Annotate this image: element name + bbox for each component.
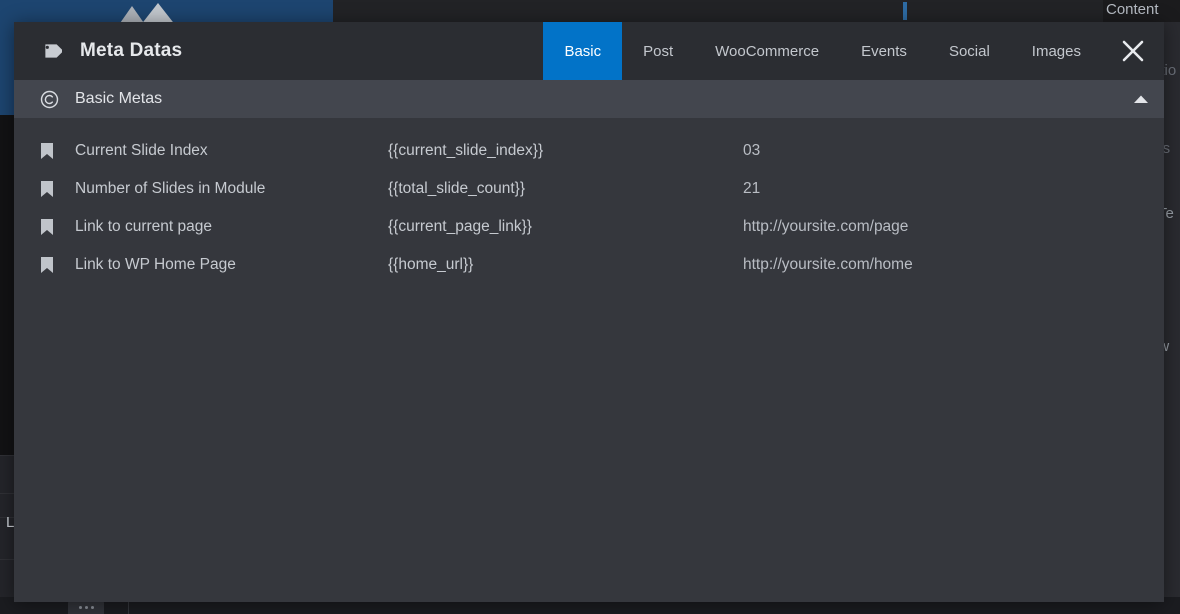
tab-basic[interactable]: Basic [543, 22, 623, 80]
bookmark-icon [41, 181, 53, 197]
dot-icon [84, 605, 88, 609]
meta-value: 21 [743, 180, 761, 197]
screen: Content L atio ons Te ew [0, 0, 1180, 614]
tab-events[interactable]: Events [840, 22, 928, 80]
page-title: Meta Datas [80, 40, 183, 61]
tab-social[interactable]: Social [928, 22, 1011, 80]
meta-value: http://yoursite.com/page [743, 218, 909, 235]
bookmark-icon [41, 219, 53, 235]
table-row[interactable]: Link to WP Home Page {{home_url}} http:/… [14, 246, 1164, 284]
meta-token: {{home_url}} [388, 256, 474, 273]
chevron-up-icon [1134, 95, 1148, 103]
copyright-circle-icon [40, 90, 59, 108]
background-fragment: Te [1164, 205, 1174, 222]
table-row[interactable]: Link to current page {{current_page_link… [14, 208, 1164, 246]
background-more-options-button[interactable] [68, 600, 104, 614]
meta-datas-modal: Meta Datas Basic Post WooCommerce Events… [14, 22, 1164, 602]
meta-label: Link to WP Home Page [75, 256, 236, 273]
background-left-rail [0, 22, 14, 115]
close-button[interactable] [1102, 22, 1164, 80]
meta-value: 03 [743, 142, 761, 159]
modal-title-group: Meta Datas [14, 22, 543, 80]
dot-icon [78, 605, 82, 609]
background-content-label: Content [1106, 1, 1159, 18]
bookmark-icon [41, 257, 53, 273]
meta-list: Current Slide Index {{current_slide_inde… [14, 118, 1164, 602]
modal-tabs: Basic Post WooCommerce Events Social Ima… [543, 22, 1102, 80]
meta-token: {{current_page_link}} [388, 218, 532, 235]
section-header-basic-metas[interactable]: Basic Metas [14, 80, 1164, 118]
background-toolbar-strip [333, 0, 1103, 22]
meta-token: {{current_slide_index}} [388, 142, 544, 159]
modal-titlebar: Meta Datas Basic Post WooCommerce Events… [14, 22, 1164, 80]
background-fragment: atio [1164, 62, 1177, 79]
table-row[interactable]: Current Slide Index {{current_slide_inde… [14, 132, 1164, 170]
image-placeholder-icon [120, 3, 173, 22]
background-fragment: ew [1164, 338, 1169, 355]
tab-images[interactable]: Images [1011, 22, 1102, 80]
tab-woocommerce[interactable]: WooCommerce [694, 22, 840, 80]
bookmark-icon [41, 143, 53, 159]
tag-icon [45, 44, 62, 58]
dot-icon [90, 605, 94, 609]
section-title: Basic Metas [75, 90, 163, 107]
meta-label: Link to current page [75, 218, 213, 235]
close-icon [1122, 40, 1144, 62]
collapse-section-button[interactable] [1118, 80, 1164, 118]
background-left-canvas [0, 115, 14, 455]
meta-label: Current Slide Index [75, 142, 208, 159]
background-position-marker [903, 2, 907, 20]
tab-post[interactable]: Post [622, 22, 694, 80]
background-slide-preview [0, 0, 333, 22]
meta-value: http://yoursite.com/home [743, 256, 913, 273]
table-row[interactable]: Number of Slides in Module {{total_slide… [14, 170, 1164, 208]
meta-label: Number of Slides in Module [75, 180, 266, 197]
background-right-panel: atio ons Te ew [1164, 22, 1180, 614]
meta-token: {{total_slide_count}} [388, 180, 526, 197]
background-fragment: ons [1164, 140, 1171, 157]
